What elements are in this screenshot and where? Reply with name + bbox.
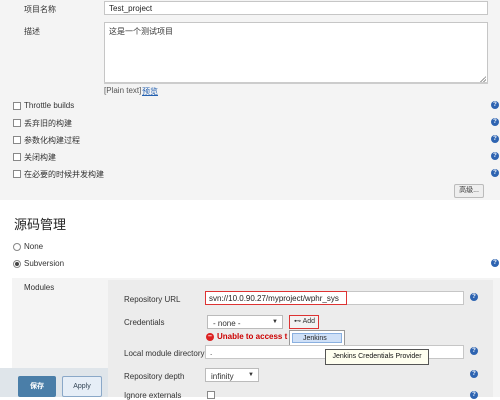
credentials-label: Credentials	[124, 318, 165, 327]
repository-url-label: Repository URL	[124, 295, 181, 304]
modules-label: Modules	[24, 283, 55, 292]
menu-item-label: Jenkins	[303, 335, 327, 342]
add-credentials-menu: Jenkins	[289, 330, 345, 346]
dropdown-arrow-icon: ▼	[248, 372, 254, 378]
error-icon: –	[206, 332, 214, 341]
repository-url-value: svn://10.0.90.27/myproject/wphr_sys	[209, 294, 339, 303]
ignore-externals-label: Ignore externals	[124, 391, 182, 400]
credentials-error-text: Unable to access t	[217, 332, 288, 341]
description-text: 这是一个测试项目	[109, 27, 173, 36]
throttle-builds-checkbox[interactable]	[13, 102, 21, 110]
repository-depth-value: infinity	[211, 372, 234, 381]
project-name-label: 项目名称	[24, 5, 56, 14]
credentials-value: - none -	[213, 319, 241, 328]
repository-depth-label: Repository depth	[124, 372, 185, 381]
credentials-provider-tooltip: Jenkins Credentials Provider	[325, 349, 429, 365]
credentials-error: – Unable to access t	[206, 332, 287, 341]
concurrent-build-label: 在必要的时候并发构建	[24, 170, 104, 179]
disable-build-label: 关闭构建	[24, 153, 56, 162]
disable-build-checkbox[interactable]	[13, 153, 21, 161]
textarea-divider	[104, 82, 488, 84]
parameterized-build-label: 参数化构建过程	[24, 136, 80, 145]
description-label: 描述	[24, 27, 40, 36]
ignore-externals-checkbox[interactable]	[207, 391, 215, 399]
help-icon[interactable]: ?	[470, 347, 478, 355]
repository-depth-select[interactable]: infinity ▼	[205, 368, 259, 382]
credentials-select[interactable]: - none - ▼	[207, 315, 283, 329]
save-button[interactable]: 保存	[18, 376, 56, 397]
discard-old-builds-label: 丢弃旧的构建	[24, 119, 72, 128]
description-textarea[interactable]: 这是一个测试项目	[104, 22, 488, 84]
advanced-button[interactable]: 高级...	[454, 184, 484, 198]
help-icon[interactable]: ?	[491, 152, 499, 160]
help-icon[interactable]: ?	[491, 101, 499, 109]
add-label: Add	[302, 318, 316, 325]
help-icon[interactable]: ?	[470, 293, 478, 301]
preview-link[interactable]: 预览	[142, 86, 158, 97]
discard-old-builds-checkbox[interactable]	[13, 119, 21, 127]
menu-item-jenkins[interactable]: Jenkins	[292, 333, 342, 343]
scm-none-label: None	[24, 242, 44, 251]
plain-text-label: [Plain text]	[104, 86, 142, 95]
key-icon: ⊷	[294, 318, 301, 325]
project-name-input[interactable]: Test_project	[104, 1, 488, 15]
help-icon[interactable]: ?	[491, 135, 499, 143]
help-icon[interactable]: ?	[470, 370, 478, 378]
concurrent-build-checkbox[interactable]	[13, 170, 21, 178]
scm-subversion-radio[interactable]	[13, 260, 21, 268]
parameterized-build-checkbox[interactable]	[13, 136, 21, 144]
help-icon[interactable]: ?	[491, 118, 499, 126]
scm-subversion-label: Subversion	[24, 259, 65, 268]
help-icon[interactable]: ?	[491, 259, 499, 267]
apply-button[interactable]: Apply	[62, 376, 102, 397]
scm-none-radio[interactable]	[13, 243, 21, 251]
dropdown-arrow-icon: ▼	[272, 319, 278, 325]
local-module-directory-label: Local module directory	[124, 349, 205, 358]
throttle-builds-label: Throttle builds	[24, 101, 75, 110]
help-icon[interactable]: ?	[470, 391, 478, 399]
add-credentials-button[interactable]: ⊷ Add	[289, 315, 319, 329]
help-icon[interactable]: ?	[491, 169, 499, 177]
scm-section-title: 源码管理	[14, 218, 67, 233]
